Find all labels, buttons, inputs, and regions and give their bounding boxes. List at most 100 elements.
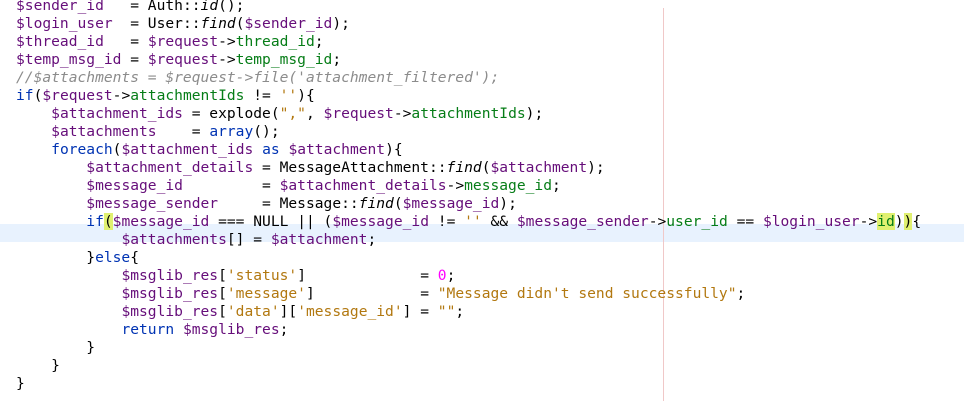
- code-token: if: [16, 87, 34, 104]
- code-token: $temp_msg_id: [16, 51, 122, 68]
- code-line[interactable]: }: [16, 339, 95, 357]
- code-token: ][: [279, 303, 298, 320]
- code-token: thread_id: [235, 33, 315, 50]
- code-token: array: [209, 123, 254, 140]
- code-token: ;: [279, 321, 289, 338]
- code-token: ;: [455, 303, 465, 320]
- code-token: ){: [297, 87, 315, 104]
- code-token: $request: [147, 33, 219, 50]
- code-line[interactable]: //$attachments = $request->file('attachm…: [16, 69, 499, 87]
- code-line[interactable]: }: [16, 375, 25, 393]
- code-token: attachmentIds: [411, 105, 526, 122]
- code-token: $attachment_ids: [51, 105, 183, 122]
- code-line[interactable]: }: [16, 357, 60, 375]
- code-token: $attachments: [51, 123, 157, 140]
- code-token: );: [332, 15, 350, 32]
- code-token: attachmentIds: [130, 87, 245, 104]
- code-line[interactable]: $message_sender = Message::find($message…: [16, 195, 517, 213]
- code-token: [: [218, 267, 227, 284]
- code-token: find: [358, 195, 394, 212]
- code-token: else: [95, 249, 131, 266]
- code-line[interactable]: return $msglib_res;: [16, 321, 288, 339]
- code-token: ,: [305, 105, 324, 122]
- code-token: $thread_id: [16, 33, 104, 50]
- code-token: (: [103, 213, 113, 230]
- code-token: ->: [218, 51, 236, 68]
- code-token: ();: [253, 123, 280, 140]
- code-token: $message_id: [402, 195, 500, 212]
- code-token: ;: [446, 267, 456, 284]
- code-line[interactable]: $message_id = $attachment_details->messa…: [16, 177, 561, 195]
- code-line[interactable]: if($request->attachmentIds != ''){: [16, 87, 315, 105]
- code-line[interactable]: $msglib_res['status'] = 0;: [16, 267, 455, 285]
- code-line[interactable]: $attachment_details = MessageAttachment:…: [16, 159, 605, 177]
- code-token: $message_id: [112, 213, 210, 230]
- code-token: );: [525, 105, 544, 122]
- code-token: '': [279, 87, 298, 104]
- code-token: ->: [218, 33, 236, 50]
- code-token: ;: [736, 285, 746, 302]
- code-token: (: [393, 195, 403, 212]
- code-line[interactable]: $login_user = User::find($sender_id);: [16, 15, 350, 33]
- code-line[interactable]: $thread_id = $request->thread_id;: [16, 33, 324, 51]
- code-line[interactable]: $attachments[] = $attachment;: [16, 231, 376, 249]
- code-token: $attachment: [288, 141, 386, 158]
- code-token: = MessageAttachment::: [253, 159, 447, 176]
- code-token: $attachment_details: [279, 177, 447, 194]
- code-token: !=: [244, 87, 280, 104]
- code-line[interactable]: $attachment_ids = explode(",", $request-…: [16, 105, 543, 123]
- code-token: [: [218, 285, 227, 302]
- code-token: $request: [42, 87, 113, 104]
- code-token: 0: [437, 267, 447, 284]
- code-token: {: [130, 249, 140, 266]
- code-line[interactable]: }else{: [16, 249, 139, 267]
- code-token: ->: [859, 213, 878, 230]
- code-token: $msglib_res: [121, 303, 219, 320]
- right-margin-guide: [663, 8, 664, 401]
- code-line[interactable]: foreach($attachment_ids as $attachment){: [16, 141, 403, 159]
- code-token: $sender_id: [16, 0, 104, 14]
- code-token: [: [218, 303, 227, 320]
- code-token: $message_id: [332, 213, 429, 230]
- code-token: ){: [385, 141, 403, 158]
- code-line[interactable]: $msglib_res['data']['message_id'] = "";: [16, 303, 464, 321]
- code-token: ->: [446, 177, 465, 194]
- code-line[interactable]: if($message_id === NULL || ($message_id …: [16, 213, 921, 231]
- code-token: return: [121, 321, 175, 338]
- code-token: = explode(: [182, 105, 280, 122]
- code-token: ] =: [305, 285, 438, 302]
- code-token: = User::: [112, 15, 201, 32]
- code-token: );: [587, 159, 605, 176]
- code-token: 'message': [226, 285, 306, 302]
- code-token: ): [894, 213, 904, 230]
- code-line[interactable]: $temp_msg_id = $request->temp_msg_id;: [16, 51, 341, 69]
- code-token: $request: [323, 105, 394, 122]
- code-token: }: [16, 357, 60, 374]
- code-token: id: [200, 0, 219, 14]
- code-editor[interactable]: $sender_id = Auth::id(); $login_user = Us…: [0, 0, 964, 401]
- code-token: $message_id: [86, 177, 183, 194]
- code-token: ->: [112, 87, 131, 104]
- code-token: ",": [279, 105, 306, 122]
- code-line[interactable]: $sender_id = Auth::id();: [16, 0, 244, 15]
- code-token: ;: [332, 51, 342, 68]
- code-token: ->: [393, 105, 412, 122]
- code-token: {: [912, 213, 922, 230]
- code-line[interactable]: $msglib_res['message'] = "Message didn't…: [16, 285, 745, 303]
- code-token: = Message::: [218, 195, 359, 212]
- code-token: find: [446, 159, 482, 176]
- code-token: ;: [314, 33, 324, 50]
- code-token: find: [200, 15, 236, 32]
- code-line[interactable]: $attachments = array();: [16, 123, 280, 141]
- code-token: 'message_id': [297, 303, 403, 320]
